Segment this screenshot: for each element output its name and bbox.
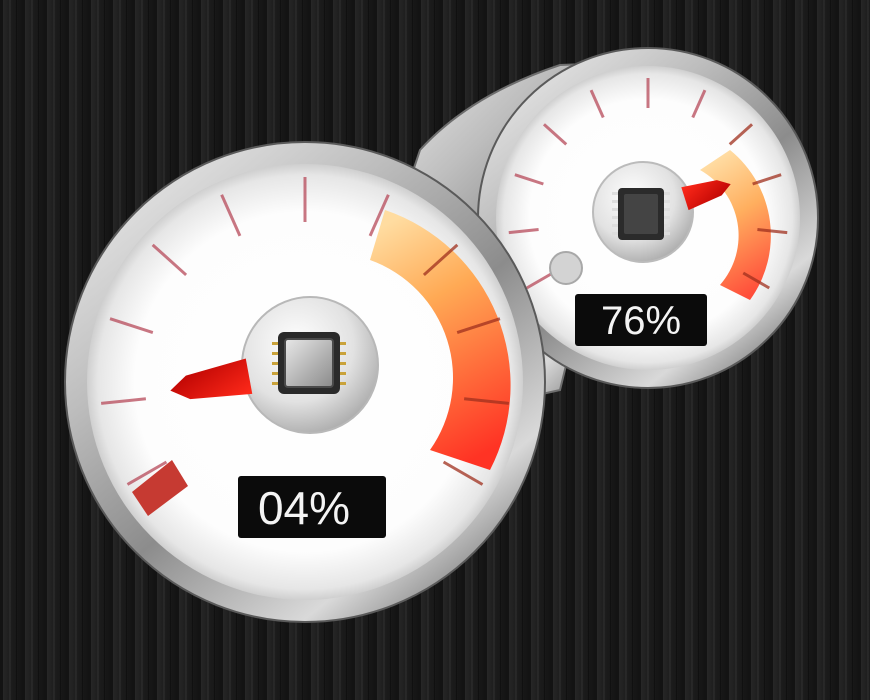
cpu-meter-readout-text: 04% <box>258 482 350 534</box>
memory-meter-readout: 76% <box>575 294 707 346</box>
desktop-gadget: 76% 04% <box>0 0 870 700</box>
memory-meter-readout-text: 76% <box>601 299 681 343</box>
cpu-meter-readout: 04% <box>238 476 386 538</box>
cpu-chip-icon <box>272 332 346 394</box>
memory-chip-icon <box>612 188 670 240</box>
memory-meter-pin <box>549 251 583 285</box>
cpu-meter[interactable]: 04% <box>64 141 546 623</box>
gadget-canvas: 76% 04% <box>0 0 870 700</box>
